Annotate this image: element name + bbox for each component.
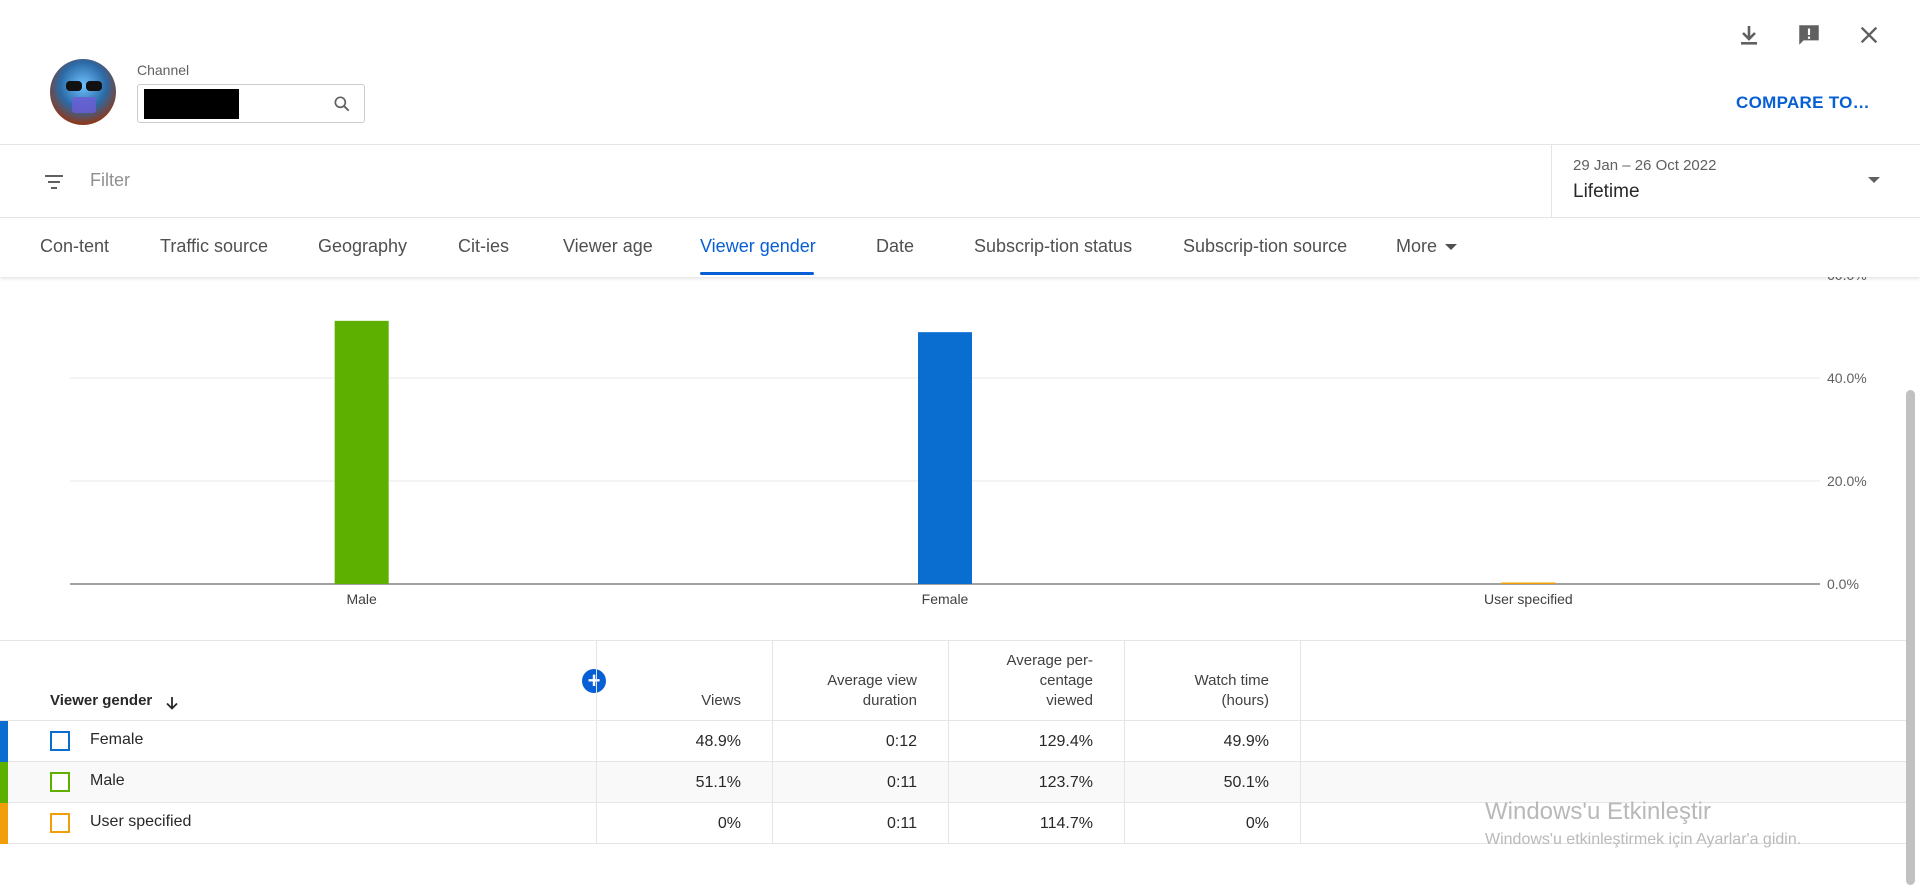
- header-viewer-gender-label: Viewer gender: [50, 692, 153, 709]
- header-viewer-gender[interactable]: Viewer gender: [0, 641, 596, 721]
- caret-down-icon: [1445, 244, 1458, 251]
- tab-viewer-age[interactable]: Viewer age: [563, 236, 653, 257]
- cell-views: 0%: [596, 803, 772, 844]
- header-avg-view-duration[interactable]: Average view duration: [772, 641, 948, 721]
- table-header: Viewer gender + Views Average view durati…: [0, 641, 1908, 721]
- avatar-eye-right: [86, 81, 102, 91]
- channel-label: Channel: [137, 62, 190, 78]
- x-tick-label: User specified: [1484, 591, 1573, 607]
- download-icon[interactable]: [1734, 20, 1764, 50]
- tab-cities[interactable]: Cit-ies: [458, 236, 509, 257]
- cell-avg-percentage-viewed: 129.4%: [948, 721, 1124, 762]
- row-color-stripe: [0, 803, 8, 844]
- filter-bar: Filter 29 Jan – 26 Oct 2022 Lifetime: [0, 145, 1920, 218]
- header-views-label: Views: [701, 692, 741, 709]
- tab-subscription-source[interactable]: Subscrip-tion source: [1183, 236, 1347, 257]
- cell-avg-percentage-viewed: 114.7%: [948, 803, 1124, 844]
- y-tick-label: 0.0%: [1827, 576, 1859, 592]
- row-color-stripe: [0, 762, 8, 803]
- cell-views: 48.9%: [596, 721, 772, 762]
- filter-icon[interactable]: [42, 170, 66, 194]
- bar-female: [918, 332, 972, 584]
- row-spacer: [1300, 721, 1908, 762]
- bar-male: [334, 320, 389, 584]
- header-watch-time-label: Watch time (hours): [1194, 672, 1269, 709]
- row-checkbox[interactable]: [50, 813, 70, 833]
- gender-bar-chart: 0.0% 20.0% 40.0% 60.0% Male Female User specif…: [0, 277, 1920, 640]
- cell-watch-time: 50.1%: [1124, 762, 1300, 803]
- row-label: Male: [90, 772, 125, 789]
- table-row[interactable]: Male 51.1% 0:11 123.7% 50.1%: [0, 762, 1908, 803]
- cell-avg-view-duration: 0:12: [772, 721, 948, 762]
- watermark-subtitle: Windows'u etkinleştirmek için Ayarlar'a …: [1485, 831, 1802, 848]
- cell-views: 51.1%: [596, 762, 772, 803]
- x-tick-label: Female: [922, 591, 969, 607]
- cell-avg-view-duration: 0:11: [772, 762, 948, 803]
- watermark-title: Windows'u Etkinleştir: [1485, 798, 1711, 825]
- tab-content[interactable]: Con-tent: [40, 236, 109, 257]
- cell-watch-time: 49.9%: [1124, 721, 1300, 762]
- redacted-channel-name: [144, 89, 239, 119]
- dimension-tabs: Con-tent Traffic source Geography Cit-ie…: [0, 218, 1920, 277]
- y-tick-label: 60.0%: [1827, 277, 1867, 283]
- filter-input[interactable]: Filter: [90, 170, 130, 191]
- header-avg-percentage-viewed[interactable]: Average per-centage viewed: [948, 641, 1124, 721]
- cell-watch-time: 0%: [1124, 803, 1300, 844]
- compare-to-button[interactable]: COMPARE TO…: [1736, 93, 1870, 113]
- tab-more-label: More: [1396, 236, 1438, 256]
- tab-geography[interactable]: Geography: [318, 236, 407, 257]
- active-tab-indicator: [700, 272, 814, 275]
- tab-date[interactable]: Date: [876, 236, 914, 257]
- header-empty: [1300, 641, 1908, 721]
- avatar-eye-left: [66, 81, 82, 91]
- tab-viewer-gender[interactable]: Viewer gender: [700, 236, 816, 257]
- cell-avg-view-duration: 0:11: [772, 803, 948, 844]
- search-icon[interactable]: [332, 94, 352, 114]
- date-range-text: 29 Jan – 26 Oct 2022: [1573, 157, 1717, 174]
- chevron-down-icon: [1868, 177, 1880, 183]
- channel-avatar: [50, 59, 116, 125]
- feedback-icon[interactable]: [1794, 20, 1824, 50]
- y-tick-label: 20.0%: [1827, 473, 1867, 489]
- avatar-badge: [72, 97, 96, 113]
- header-avg-percentage-label: Average per-centage viewed: [1006, 652, 1093, 709]
- table-row[interactable]: Female 48.9% 0:12 129.4% 49.9%: [0, 721, 1908, 762]
- sort-arrow-icon[interactable]: [164, 695, 180, 711]
- header-avg-view-duration-label: Average view duration: [827, 672, 917, 709]
- close-icon[interactable]: [1854, 20, 1884, 50]
- row-checkbox[interactable]: [50, 731, 70, 751]
- row-label: User specified: [90, 813, 192, 830]
- tab-subscription-status[interactable]: Subscrip-tion status: [974, 236, 1132, 257]
- row-label: Female: [90, 731, 144, 748]
- x-tick-label: Male: [346, 591, 377, 607]
- date-range-dropdown[interactable]: 29 Jan – 26 Oct 2022 Lifetime: [1551, 145, 1920, 218]
- date-range-label: Lifetime: [1573, 181, 1640, 202]
- y-tick-label: 40.0%: [1827, 370, 1867, 386]
- tab-more[interactable]: More: [1396, 236, 1458, 257]
- row-spacer: [1300, 762, 1908, 803]
- vertical-scrollbar[interactable]: [1906, 390, 1915, 885]
- channel-search-input[interactable]: [137, 84, 365, 123]
- bar-user-specified: [1501, 582, 1556, 584]
- top-icon-bar: [1734, 20, 1884, 50]
- chart-svg: 0.0% 20.0% 40.0% 60.0% Male Female User specif…: [70, 277, 1867, 607]
- row-checkbox[interactable]: [50, 772, 70, 792]
- header-views[interactable]: Views: [596, 641, 772, 721]
- report-header: Channel COMPARE TO…: [0, 0, 1920, 145]
- cell-avg-percentage-viewed: 123.7%: [948, 762, 1124, 803]
- header-watch-time[interactable]: Watch time (hours): [1124, 641, 1300, 721]
- row-color-stripe: [0, 721, 8, 762]
- tab-traffic-source[interactable]: Traffic source: [160, 236, 268, 257]
